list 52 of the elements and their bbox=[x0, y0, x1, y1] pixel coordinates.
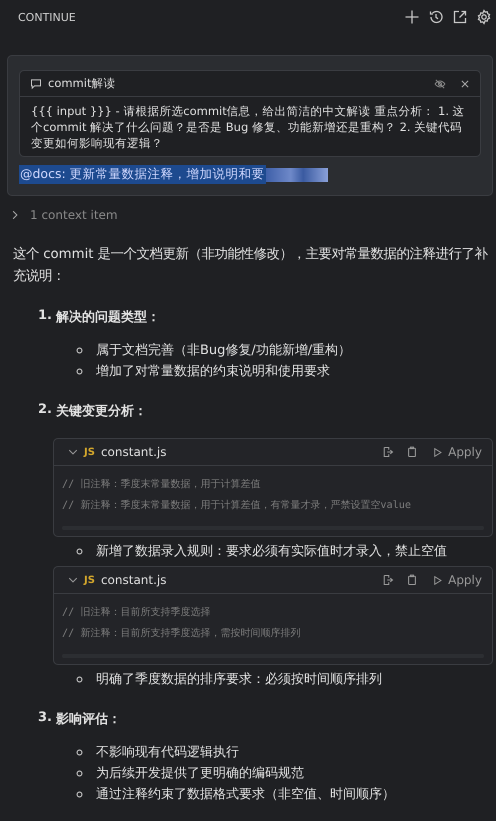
section-heading: 影响评估： bbox=[56, 711, 121, 728]
input-text[interactable]: @docs: 更新常量数据注释，增加说明和要 bbox=[19, 165, 266, 184]
file-name: constant.js bbox=[100, 573, 167, 587]
section-heading: 解决的问题类型： bbox=[56, 309, 160, 326]
list-item-text: 属于文档完善（非Bug修复/功能新增/重构） bbox=[96, 342, 352, 360]
bullet-icon bbox=[76, 770, 83, 777]
bullet-icon bbox=[76, 676, 83, 683]
file-name: constant.js bbox=[100, 445, 167, 459]
list-item-text: 新增了数据录入规则：要求必须有实际值时才录入，禁止空值 bbox=[96, 543, 447, 561]
play-icon bbox=[432, 574, 444, 586]
apply-button[interactable]: Apply bbox=[432, 445, 482, 459]
list-item-text: 不影响现有代码逻辑执行 bbox=[96, 744, 239, 762]
copy-icon[interactable] bbox=[406, 574, 418, 586]
chevron-down-icon[interactable] bbox=[68, 447, 78, 457]
language-label: JS bbox=[84, 574, 95, 586]
chevron-icon[interactable] bbox=[10, 210, 20, 220]
bullet-icon bbox=[76, 548, 83, 555]
bullet-icon bbox=[76, 791, 83, 798]
bullet-icon bbox=[76, 749, 83, 756]
insert-icon[interactable] bbox=[382, 574, 394, 586]
response-paragraph: 这个 commit 是一个文档更新（非功能性修改），主要对常量数据的注释进行了补充说明： bbox=[13, 246, 488, 286]
context-toggle[interactable]: 1 context item bbox=[30, 208, 118, 222]
copy-icon[interactable] bbox=[406, 446, 418, 458]
list-item-text: 增加了对常量数据的约束说明和使用要求 bbox=[96, 363, 330, 381]
section-heading: 关键变更分析： bbox=[56, 402, 147, 420]
eye-off-icon[interactable] bbox=[434, 78, 446, 90]
open-external-icon[interactable] bbox=[452, 9, 468, 25]
settings-icon[interactable] bbox=[476, 9, 492, 25]
list-item-text: 为后续开发提供了更明确的编码规范 bbox=[96, 765, 304, 783]
code-line: // 旧注释：季度末常量数据，用于计算差值 bbox=[62, 478, 262, 492]
template-title: commit解读 bbox=[48, 76, 116, 91]
code-line: // 新注释：季度末常量数据，用于计算差值，有常量才录，严禁设置空value bbox=[62, 498, 412, 513]
history-icon[interactable] bbox=[428, 9, 444, 25]
bullet-icon bbox=[76, 368, 83, 375]
code-line: // 新注释：目前所支持季度选择，需按时间顺序排列 bbox=[62, 626, 302, 641]
list-number: 1. bbox=[38, 308, 52, 325]
template-text: {{{ input }}} - 请根据所选commit信息，给出简洁的中文解读 重点分析： 1. 这个commit 解决了什么问题？是否是 Bug 修复、功能新增还是重构？ 2. 关键代码变更如何影响现有逻辑？ bbox=[30, 103, 466, 152]
play-icon bbox=[432, 446, 444, 458]
add-icon[interactable] bbox=[404, 9, 420, 25]
list-item-text: 通过注释约束了数据格式要求（非空值、时间顺序） bbox=[96, 786, 395, 804]
list-number: 2. bbox=[38, 402, 52, 419]
close-icon[interactable] bbox=[460, 78, 470, 88]
language-label: JS bbox=[84, 446, 95, 458]
panel-title: CONTINUE bbox=[18, 10, 77, 24]
chevron-down-icon[interactable] bbox=[68, 575, 78, 585]
code-line: // 旧注释：目前所支持季度选择 bbox=[62, 606, 212, 620]
list-number: 3. bbox=[38, 710, 52, 727]
bullet-icon bbox=[76, 347, 83, 354]
apply-button[interactable]: Apply bbox=[432, 573, 482, 587]
chat-bubble-icon bbox=[30, 78, 42, 90]
list-item-text: 明确了季度数据的排序要求：必须按时间顺序排列 bbox=[96, 671, 382, 689]
insert-icon[interactable] bbox=[382, 446, 394, 458]
